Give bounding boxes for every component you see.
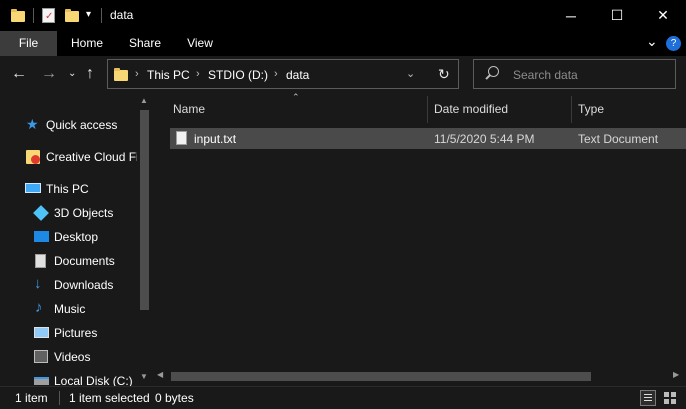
tab-home[interactable]: Home <box>64 31 110 56</box>
tab-file[interactable]: File <box>0 31 57 56</box>
column-divider[interactable] <box>571 96 572 123</box>
navigation-pane: ★ Quick access Creative Cloud Fi This PC… <box>0 96 152 386</box>
forward-arrow-icon[interactable]: → <box>41 65 57 83</box>
nav-label: 3D Objects <box>54 206 114 220</box>
creative-cloud-icon <box>26 150 40 164</box>
nav-label: Pictures <box>54 326 98 340</box>
download-icon: ↓ <box>34 275 42 292</box>
file-date-modified: 11/5/2020 5:44 PM <box>434 132 535 146</box>
file-type: Text Document <box>578 132 659 146</box>
nav-item-3d-objects[interactable]: 3D Objects <box>0 203 137 223</box>
file-list: ⌃ Name Date modified Type input.txt 11/5… <box>153 92 686 368</box>
help-icon[interactable]: ? <box>666 36 681 51</box>
search-box[interactable]: Search data <box>473 59 676 89</box>
properties-icon[interactable]: ✓ <box>42 8 55 23</box>
nav-item-documents[interactable]: Documents <box>0 251 137 271</box>
refresh-icon[interactable]: ↻ <box>438 66 450 83</box>
column-header-date-modified[interactable]: Date modified <box>434 96 508 123</box>
horizontal-scroll-thumb[interactable] <box>171 372 591 381</box>
selected-size: 0 bytes <box>155 391 194 405</box>
nav-label: Videos <box>54 350 91 364</box>
chevron-right-icon[interactable]: › <box>274 68 278 80</box>
tab-share[interactable]: Share <box>121 31 169 56</box>
address-dropdown-icon[interactable]: ⌄ <box>406 67 415 80</box>
file-row[interactable]: input.txt 11/5/2020 5:44 PM Text Documen… <box>170 128 686 149</box>
scroll-left-icon[interactable]: ◀ <box>157 370 163 379</box>
title-bar: ✓ ▾ data ─ ☐ ✕ <box>0 0 686 31</box>
column-divider[interactable] <box>427 96 428 123</box>
chevron-right-icon[interactable]: › <box>196 68 200 80</box>
nav-item-videos[interactable]: Videos <box>0 347 137 367</box>
folder-icon <box>114 68 128 81</box>
nav-item-desktop[interactable]: Desktop <box>0 227 137 247</box>
nav-item-downloads[interactable]: ↓ Downloads <box>0 275 137 295</box>
nav-label: Local Disk (C:) <box>54 374 133 386</box>
breadcrumb-data[interactable]: data <box>286 68 309 82</box>
details-view-icon[interactable] <box>640 390 656 406</box>
scroll-down-icon[interactable]: ▼ <box>140 372 148 381</box>
music-icon: ♪ <box>35 299 43 316</box>
recent-locations-chevron-icon[interactable]: ⌄ <box>68 68 76 79</box>
documents-icon <box>35 254 46 268</box>
large-icons-view-icon[interactable] <box>663 391 677 405</box>
nav-label: Desktop <box>54 230 99 244</box>
ribbon-tabs: File Home Share View ⌄ ? <box>0 31 686 56</box>
breadcrumb-this-pc[interactable]: This PC <box>147 68 190 82</box>
nav-label: Downloads <box>54 278 114 292</box>
nav-item-local-disk[interactable]: Local Disk (C:) <box>0 371 137 386</box>
star-icon: ★ <box>26 116 39 132</box>
sort-ascending-icon: ⌃ <box>292 92 300 102</box>
chevron-right-icon[interactable]: › <box>135 68 139 80</box>
back-arrow-icon[interactable]: ← <box>11 65 27 83</box>
search-input[interactable]: Search data <box>513 68 578 82</box>
item-count: 1 item <box>15 391 48 405</box>
address-bar[interactable]: › This PC › STDIO (D:) › data ⌄ ↻ <box>107 59 459 89</box>
nav-item-pictures[interactable]: Pictures <box>0 323 137 343</box>
scroll-up-icon[interactable]: ▲ <box>140 96 148 105</box>
window-title: data <box>110 8 134 22</box>
desktop-icon <box>34 231 49 242</box>
minimize-button[interactable]: ─ <box>548 0 594 31</box>
file-name: input.txt <box>194 132 237 146</box>
drive-icon <box>34 377 49 385</box>
folder-icon <box>11 9 25 22</box>
nav-scroll-thumb[interactable] <box>140 110 149 310</box>
nav-label: Music <box>54 302 86 316</box>
customize-quick-access-icon[interactable]: ▾ <box>86 9 91 20</box>
nav-label: Creative Cloud Fi <box>46 150 139 164</box>
text-file-icon <box>176 131 187 145</box>
nav-item-quick-access[interactable]: ★ Quick access <box>0 115 137 135</box>
column-header-name[interactable]: Name <box>173 96 205 123</box>
nav-item-music[interactable]: ♪ Music <box>0 299 137 319</box>
expand-ribbon-icon[interactable]: ⌄ <box>646 33 658 50</box>
status-bar: 1 item 1 item selected 0 bytes <box>0 386 686 409</box>
cube-icon <box>33 205 49 221</box>
nav-scrollbar[interactable]: ▲ ▼ <box>137 96 152 386</box>
tab-view[interactable]: View <box>178 31 222 56</box>
column-header-type[interactable]: Type <box>578 96 604 123</box>
videos-icon <box>34 350 48 363</box>
nav-label: Documents <box>54 254 115 268</box>
close-button[interactable]: ✕ <box>640 0 686 31</box>
scroll-right-icon[interactable]: ▶ <box>673 370 679 379</box>
up-arrow-icon[interactable]: ↑ <box>86 65 94 83</box>
selected-count: 1 item selected <box>69 391 150 405</box>
nav-label: Quick access <box>46 118 118 132</box>
computer-icon <box>25 183 41 193</box>
nav-item-creative-cloud[interactable]: Creative Cloud Fi <box>0 147 139 167</box>
search-icon-handle <box>485 74 491 80</box>
status-divider <box>59 391 60 405</box>
nav-item-this-pc[interactable]: This PC <box>0 179 137 199</box>
toolbar-separator <box>33 8 34 23</box>
nav-label: This PC <box>46 182 89 196</box>
toolbar-separator <box>101 8 102 23</box>
breadcrumb-stdio-drive[interactable]: STDIO (D:) <box>208 68 268 82</box>
pictures-icon <box>34 327 49 338</box>
new-folder-icon[interactable] <box>65 9 79 22</box>
horizontal-scrollbar[interactable]: ◀ ▶ <box>153 368 686 385</box>
maximize-button[interactable]: ☐ <box>594 0 640 31</box>
